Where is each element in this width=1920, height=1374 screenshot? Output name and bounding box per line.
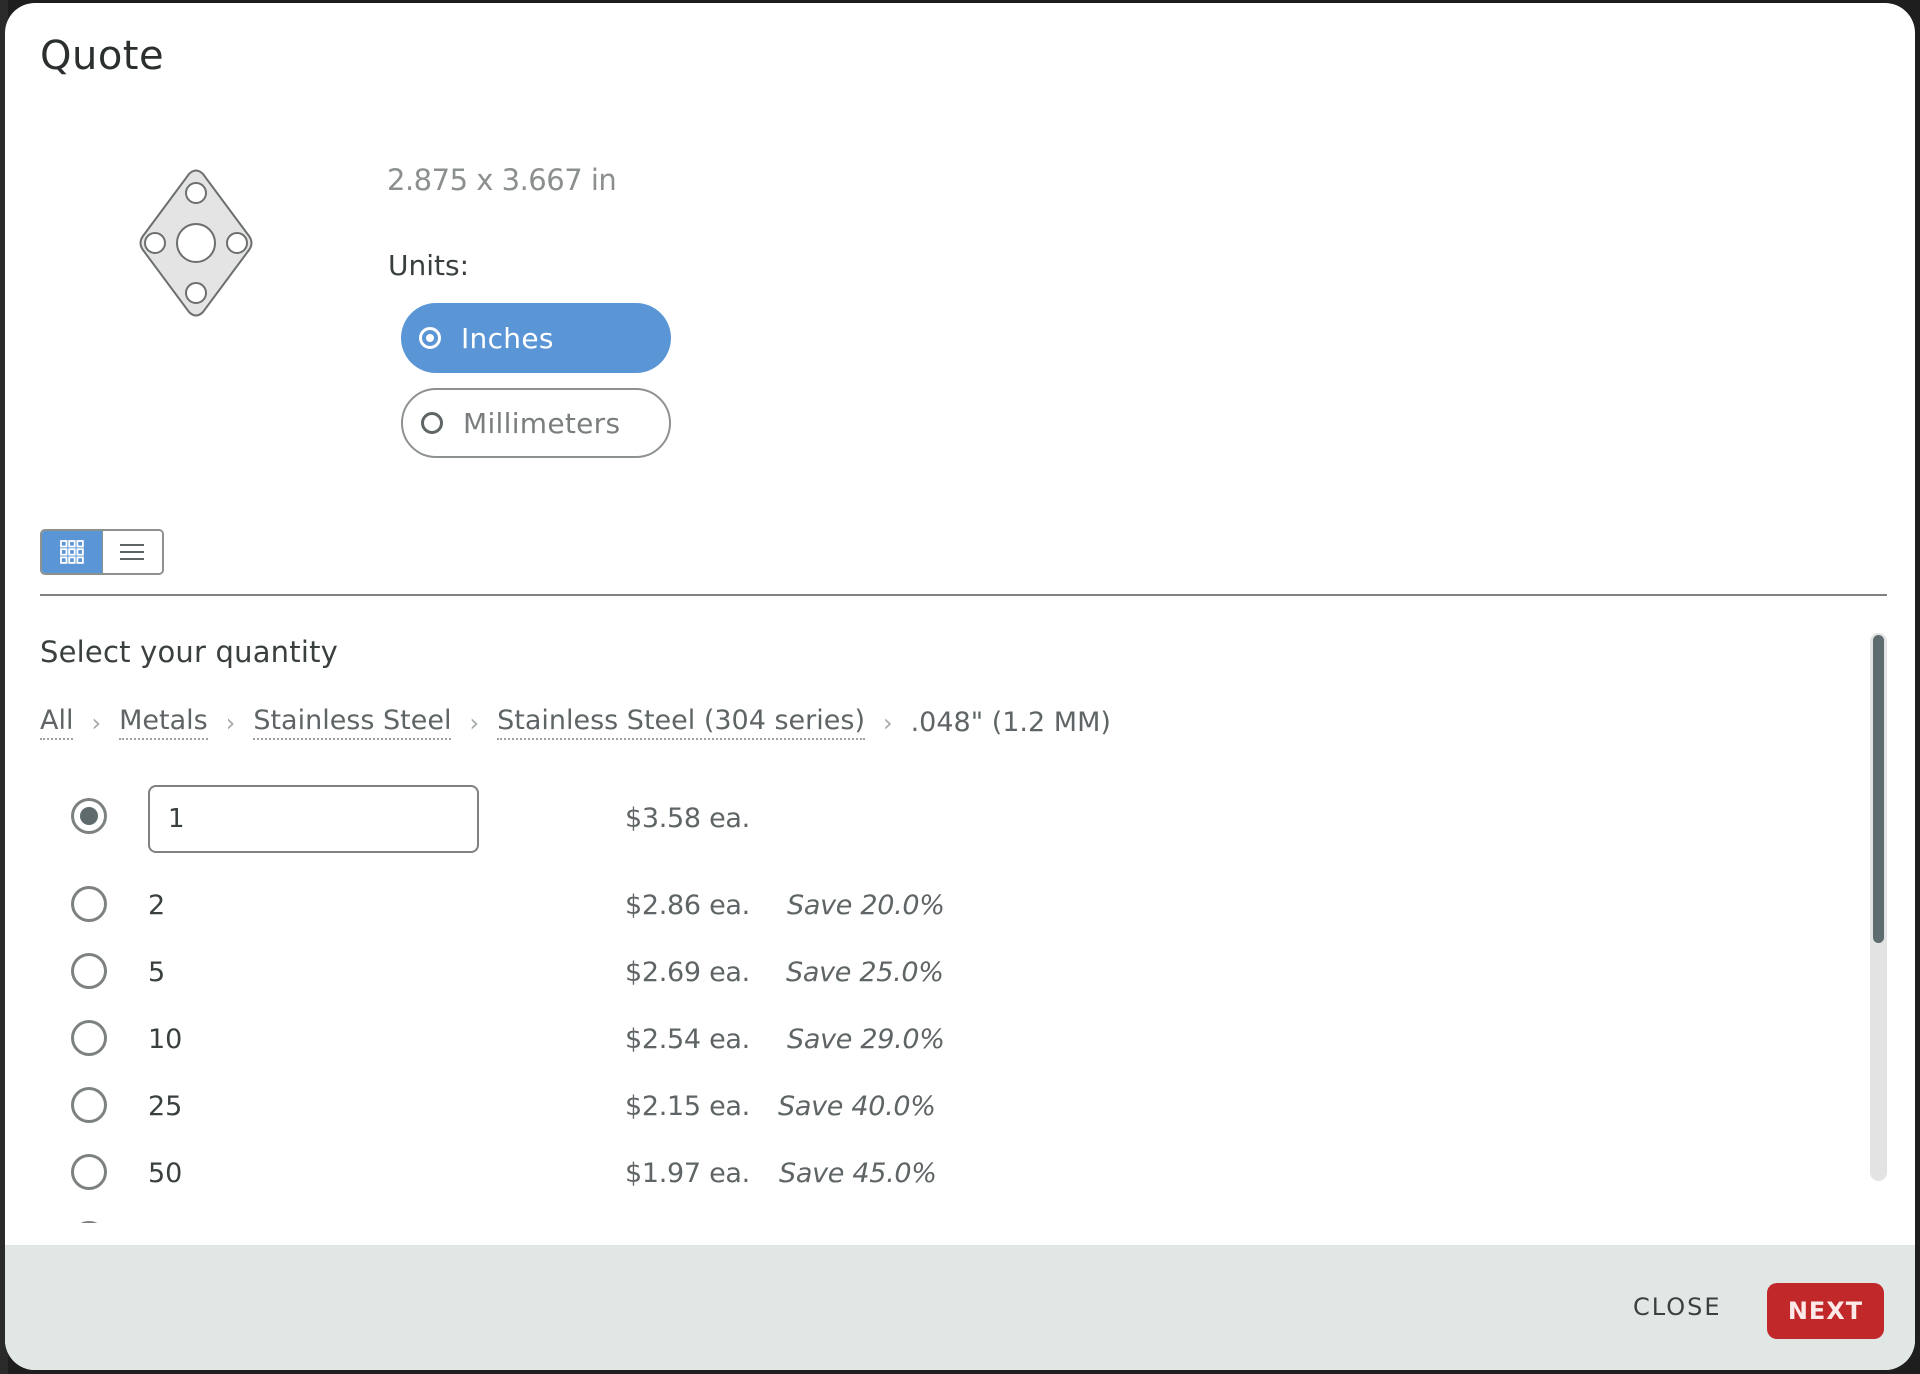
- breadcrumb-item-stainless-steel[interactable]: Stainless Steel: [253, 705, 452, 740]
- list-view-button[interactable]: [101, 531, 162, 573]
- radio-checked-icon: [419, 327, 441, 349]
- radio-unchecked-icon: [421, 412, 443, 434]
- chevron-right-icon: ›: [469, 708, 480, 737]
- quantity-radio[interactable]: [71, 1221, 107, 1223]
- units-option-label: Inches: [461, 321, 554, 355]
- select-quantity-heading: Select your quantity: [40, 635, 339, 669]
- quote-dialog: Quote 2.875 x 3.667 in Units: Inches Mil…: [5, 3, 1915, 1370]
- chevron-right-icon: ›: [882, 708, 893, 737]
- quantity-radio[interactable]: [71, 1020, 107, 1056]
- breadcrumb-item-all[interactable]: All: [40, 705, 74, 740]
- custom-quantity-input[interactable]: [148, 785, 479, 853]
- quantity-price: $2.54 ea.: [625, 1024, 750, 1055]
- view-toggle: [40, 529, 164, 575]
- quantity-value: 10: [148, 1024, 183, 1055]
- breadcrumb-current-thickness: .048" (1.2 MM): [910, 707, 1111, 738]
- quantity-radio[interactable]: [71, 1087, 107, 1123]
- quantity-value: 2: [148, 890, 166, 921]
- scrollbar-thumb[interactable]: [1873, 635, 1884, 943]
- units-label: Units:: [388, 249, 470, 282]
- quantity-row-partial: [5, 1213, 1005, 1223]
- quantity-radio[interactable]: [71, 953, 107, 989]
- quantity-price: $3.58 ea.: [625, 803, 750, 834]
- quantity-value: 5: [148, 957, 166, 988]
- list-icon: [120, 544, 145, 560]
- breadcrumb-item-stainless-304[interactable]: Stainless Steel (304 series): [497, 705, 865, 740]
- section-divider: [40, 594, 1887, 596]
- breadcrumb-item-metals[interactable]: Metals: [119, 705, 208, 740]
- units-option-inches[interactable]: Inches: [401, 303, 671, 373]
- quantity-savings: Save 40.0%: [778, 1091, 936, 1122]
- close-button[interactable]: CLOSE: [1633, 1293, 1722, 1321]
- quantity-row: 2 $2.86 ea. Save 20.0%: [5, 878, 1005, 938]
- quantity-savings: Save 20.0%: [787, 890, 945, 921]
- units-option-millimeters[interactable]: Millimeters: [401, 388, 671, 458]
- part-dimensions: 2.875 x 3.667 in: [387, 163, 617, 197]
- dialog-footer: [5, 1245, 1915, 1370]
- quantity-savings: Save 29.0%: [787, 1024, 945, 1055]
- quantity-price: $2.69 ea.: [625, 957, 750, 988]
- next-button[interactable]: NEXT: [1767, 1283, 1884, 1339]
- quantity-row-custom: $3.58 ea.: [5, 773, 1005, 865]
- quantity-price: $2.86 ea.: [625, 890, 750, 921]
- quantity-row: 50 $1.97 ea. Save 45.0%: [5, 1146, 1005, 1206]
- quantity-price: $1.97 ea.: [625, 1158, 750, 1189]
- quantity-radio-custom[interactable]: [71, 798, 107, 834]
- chevron-right-icon: ›: [91, 708, 102, 737]
- quantity-savings: Save 45.0%: [779, 1158, 937, 1189]
- quantity-radio[interactable]: [71, 886, 107, 922]
- grid-view-button[interactable]: [42, 531, 102, 573]
- chevron-right-icon: ›: [225, 708, 236, 737]
- quantity-value: 50: [148, 1158, 183, 1189]
- material-breadcrumb: All › Metals › Stainless Steel › Stainle…: [40, 705, 1111, 740]
- dialog-title: Quote: [40, 33, 165, 79]
- quantity-savings: Save 25.0%: [786, 957, 944, 988]
- quantity-value: 25: [148, 1091, 183, 1122]
- units-option-label: Millimeters: [463, 406, 621, 440]
- quantity-price: $2.15 ea.: [625, 1091, 750, 1122]
- quantity-row: 25 $2.15 ea. Save 40.0%: [5, 1079, 1005, 1139]
- quantity-row: 5 $2.69 ea. Save 25.0%: [5, 945, 1005, 1005]
- quantity-radio[interactable]: [71, 1154, 107, 1190]
- quantity-row: 10 $2.54 ea. Save 29.0%: [5, 1012, 1005, 1072]
- quantity-list: $3.58 ea. 2 $2.86 ea. Save 20.0% 5 $2.69…: [5, 773, 1855, 1223]
- grid-icon: [59, 540, 84, 564]
- diamond-flange-part-icon: [139, 169, 253, 317]
